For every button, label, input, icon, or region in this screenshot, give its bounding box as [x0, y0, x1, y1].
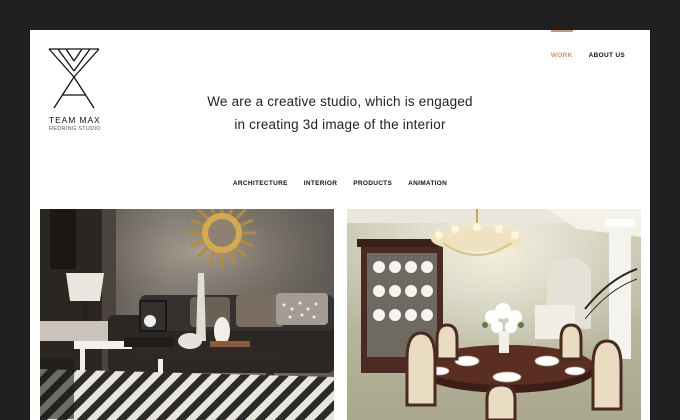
dining-room-image [347, 209, 641, 420]
gallery-item-dining-room[interactable] [347, 209, 641, 420]
nav-about-us[interactable]: ABOUT US [589, 52, 625, 59]
filter-animation[interactable]: ANIMATION [408, 180, 447, 187]
living-room-image [40, 209, 334, 420]
nav-work[interactable]: WORK [550, 30, 573, 59]
hero-line-2: in creating 3d image of the interior [234, 117, 446, 132]
filter-interior[interactable]: INTERIOR [304, 180, 337, 187]
hero-line-1: We are a creative studio, which is engag… [207, 94, 473, 109]
hero-tagline: We are a creative studio, which is engag… [30, 90, 650, 136]
category-filters: ARCHITECTURE INTERIOR PRODUCTS ANIMATION [30, 180, 650, 187]
gallery-item-living-room[interactable] [40, 209, 334, 420]
page-canvas: TEAM MAX REDRING STUDIO WORK ABOUT US We… [30, 30, 650, 420]
filter-architecture[interactable]: ARCHITECTURE [233, 180, 288, 187]
filter-products[interactable]: PRODUCTS [353, 180, 392, 187]
main-nav: WORK ABOUT US [550, 30, 625, 59]
